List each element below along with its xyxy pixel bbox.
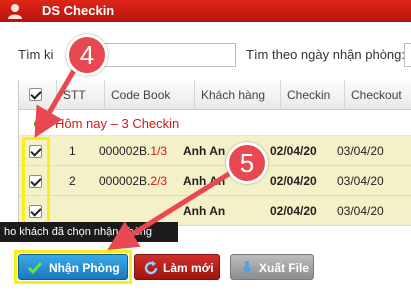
user-icon: [8, 4, 22, 19]
group-row-today[interactable]: Hôm nay – 3 Checkin: [19, 110, 411, 136]
checkin-button-highlight: [14, 250, 132, 284]
column-header-code-book[interactable]: Code Book: [105, 80, 195, 110]
refresh-button-label: Làm mới: [163, 261, 214, 275]
row-customer: Anh An: [183, 204, 226, 218]
tooltip: ho khách đã chọn nhận phòng: [0, 222, 178, 242]
checkin-window: DS Checkin Tìm ki Tìm theo ngày nhận phò…: [0, 0, 411, 297]
step-badge-5: 5: [226, 142, 268, 184]
step-badge-4: 4: [66, 34, 108, 76]
row-checkin: 02/04/20: [270, 204, 317, 218]
download-arrow-icon: [242, 261, 252, 274]
refresh-button[interactable]: Làm mới: [134, 254, 220, 280]
date-search-label: Tìm theo ngày nhận phòng:: [246, 47, 406, 62]
table-row[interactable]: 2 000002B.2/3 Anh An 02/04/20 03/04/20: [19, 166, 411, 196]
row-code-book: 000002B.1/3: [99, 144, 168, 158]
row-stt: 1: [69, 144, 76, 158]
export-button-label: Xuất File: [259, 261, 310, 275]
refresh-icon: [144, 261, 158, 275]
row-code-book: 000002B.2/3: [99, 174, 168, 188]
row-checkin: 02/04/20: [270, 144, 317, 158]
row-checkout: 03/04/20: [337, 204, 384, 218]
column-header-checkin[interactable]: Checkin: [281, 80, 345, 110]
checkbox-highlight: [22, 137, 50, 233]
table-row[interactable]: 1 000002B.1/3 Anh An 02/04/20 03/04/20: [19, 136, 411, 166]
checkin-grid: STT Code Book Khách hàng Checkin Checkou…: [18, 80, 411, 235]
row-checkin: 02/04/20: [270, 174, 317, 188]
column-header-stt[interactable]: STT: [57, 80, 105, 110]
window-title: DS Checkin: [42, 3, 115, 18]
row-customer: Anh An: [183, 174, 226, 188]
status-dot-icon: [34, 120, 42, 128]
select-all-checkbox[interactable]: [29, 88, 42, 101]
export-button[interactable]: Xuất File: [230, 254, 314, 280]
row-checkout: 03/04/20: [337, 174, 384, 188]
row-customer: Anh An: [183, 144, 226, 158]
group-label: Hôm nay – 3 Checkin: [55, 116, 180, 131]
date-search-input[interactable]: [404, 43, 411, 67]
search-label: Tìm ki: [18, 47, 54, 62]
row-checkout: 03/04/20: [337, 144, 384, 158]
grid-header: STT Code Book Khách hàng Checkin Checkou…: [19, 80, 411, 110]
row-stt: 2: [69, 174, 76, 188]
column-header-customer[interactable]: Khách hàng: [195, 80, 281, 110]
title-bar: DS Checkin: [0, 0, 411, 22]
select-all-cell: [19, 80, 57, 110]
column-header-checkout[interactable]: Checkout: [345, 80, 411, 110]
